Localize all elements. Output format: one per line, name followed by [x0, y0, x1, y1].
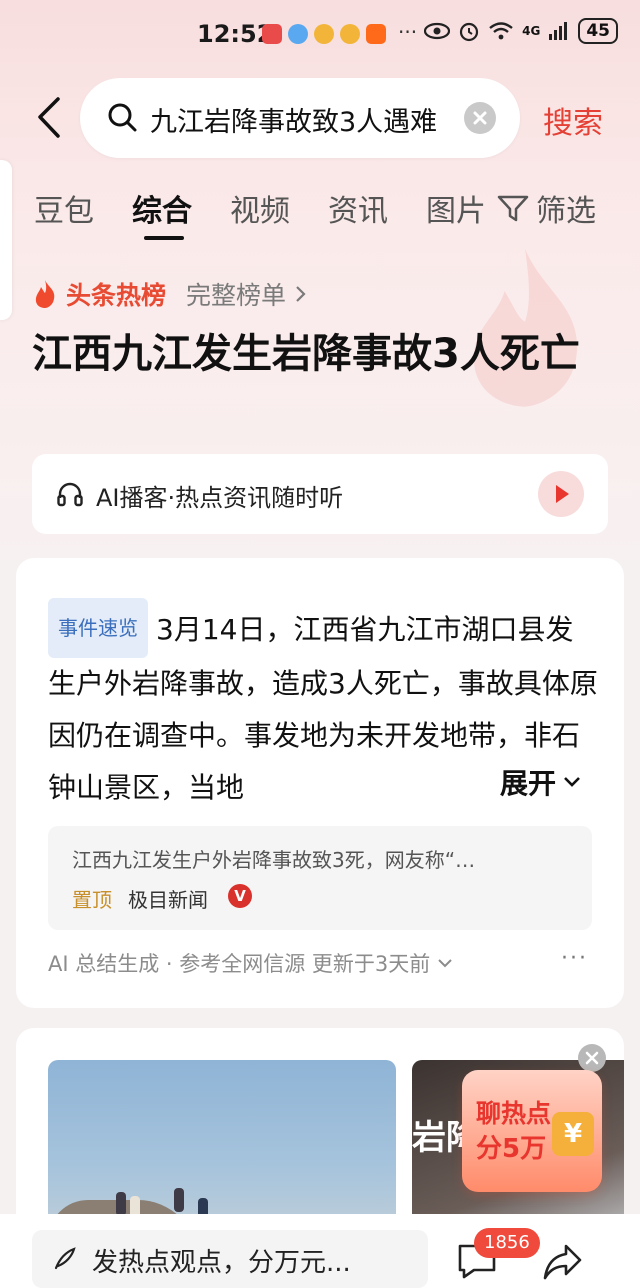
- podcast-label: AI播客·热点资讯随时听: [96, 484, 344, 512]
- filter-icon: [497, 195, 529, 222]
- pen-icon: [54, 1247, 76, 1270]
- eye-icon: [424, 22, 451, 40]
- promo-line-1: 聊热点: [476, 1099, 552, 1128]
- verified-badge: V: [228, 884, 252, 908]
- active-tab-indicator: [144, 236, 184, 240]
- flame-decoration: [473, 248, 578, 407]
- page-title: 江西九江发生岩降事故3人死亡: [32, 331, 580, 377]
- side-drawer-handle[interactable]: [0, 160, 12, 320]
- back-button[interactable]: [30, 95, 70, 140]
- tab-images[interactable]: 图片: [426, 186, 486, 230]
- event-summary-card: 事件速览 3月14日，江西省九江市湖口县发生户外岩降事故，造成3人死亡，事故具体原…: [16, 558, 624, 1008]
- close-icon: [473, 111, 487, 125]
- wifi-icon: [489, 22, 513, 40]
- person-figure: [116, 1192, 126, 1216]
- search-input[interactable]: [148, 96, 452, 142]
- chevron-down-icon: [564, 777, 580, 787]
- comment-placeholder: 发热点观点，分万元...: [92, 1248, 351, 1278]
- person-figure: [174, 1188, 184, 1212]
- battery-indicator: 45: [578, 18, 618, 44]
- more-notifications: ···: [398, 20, 418, 44]
- filter-button[interactable]: 筛选: [496, 186, 596, 230]
- close-icon: [585, 1051, 599, 1065]
- system-icons: 4G 45: [424, 18, 618, 44]
- tab-general[interactable]: 综合: [132, 186, 192, 230]
- hot-topic-promo[interactable]: 聊热点 分5万 ¥: [462, 1070, 602, 1192]
- tab-video[interactable]: 视频: [230, 186, 290, 230]
- play-button[interactable]: [538, 471, 584, 517]
- search-button[interactable]: 搜索: [543, 98, 603, 142]
- filter-label: 筛选: [536, 194, 596, 229]
- tab-bar: 豆包 综合 视频 资讯 图片 筛选: [34, 186, 634, 246]
- search-bar: [80, 78, 520, 158]
- source-article[interactable]: 江西九江发生户外岩降事故致3死，网友称“… 置顶 极目新闻 V: [48, 826, 592, 930]
- footer-text: AI 总结生成 · 参考全网信源 更新于3天前: [48, 952, 431, 976]
- publisher-name: 极目新闻: [128, 888, 208, 912]
- comment-count-badge: 1856: [474, 1228, 540, 1258]
- headphone-icon: [57, 482, 83, 507]
- close-promo-button[interactable]: [578, 1044, 606, 1072]
- hot-list-row: 头条热榜 完整榜单: [32, 276, 308, 312]
- signal-icon: [549, 22, 568, 40]
- tab-doubao[interactable]: 豆包: [34, 186, 94, 230]
- ai-summary-footer[interactable]: AI 总结生成 · 参考全网信源 更新于3天前: [48, 948, 454, 978]
- chevron-right-icon: [296, 286, 306, 302]
- ai-podcast-bar[interactable]: AI播客·热点资讯随时听: [32, 454, 608, 534]
- more-options-button[interactable]: ···: [561, 946, 588, 971]
- shop-app-icon: [262, 24, 282, 44]
- event-tag: 事件速览: [48, 598, 148, 658]
- notification-icons: [262, 24, 386, 44]
- pinned-label: 置顶: [72, 888, 112, 912]
- source-title: 江西九江发生户外岩降事故致3死，网友称“…: [72, 848, 476, 872]
- text-fade: [426, 758, 496, 810]
- status-bar: 12:52 ··· 4G 45: [0, 0, 640, 70]
- chevron-down-icon: [438, 959, 453, 968]
- weibo-icon-2: [340, 24, 360, 44]
- yen-icon: ¥: [552, 1112, 594, 1156]
- chat-app-icon: [288, 24, 308, 44]
- promo-line-2: 分5万: [476, 1134, 547, 1164]
- clear-search-button[interactable]: [464, 102, 496, 134]
- network-type: 4G: [522, 24, 541, 38]
- taobao-icon: [366, 24, 386, 44]
- expand-button[interactable]: 展开: [496, 762, 583, 802]
- play-icon: [556, 485, 569, 503]
- alarm-icon: [460, 22, 479, 42]
- bottom-action-bar: 发热点观点，分万元...: [0, 1214, 640, 1288]
- search-icon: [108, 103, 137, 132]
- flame-icon: [35, 280, 55, 308]
- comment-input[interactable]: 发热点观点，分万元...: [32, 1230, 428, 1288]
- hot-list-label: 头条热榜: [66, 281, 167, 310]
- share-icon[interactable]: [542, 1242, 584, 1282]
- expand-label: 展开: [500, 767, 557, 800]
- tab-news[interactable]: 资讯: [328, 186, 388, 230]
- full-list-link[interactable]: 完整榜单: [186, 276, 286, 312]
- weibo-icon: [314, 24, 334, 44]
